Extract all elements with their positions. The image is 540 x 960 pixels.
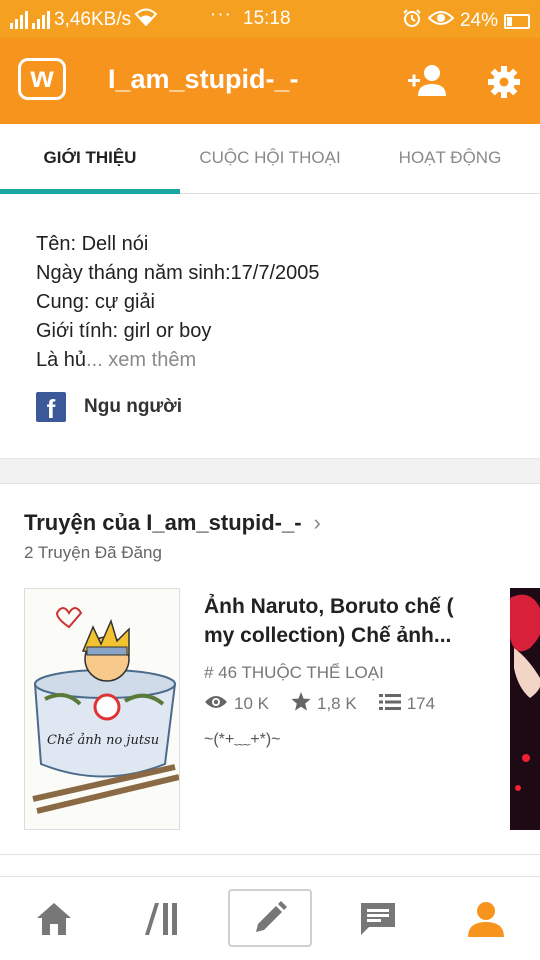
status-left: 3,46KB/s <box>10 8 158 32</box>
network-speed: 3,46KB/s <box>54 9 132 30</box>
story-stats: 10 K 1,8 K 174 <box>204 692 435 716</box>
story-cover[interactable]: Chế ảnh no jutsu <box>24 588 180 830</box>
story-rank: # 46 THUỘC THỂ LOẠI <box>204 663 384 682</box>
parts-count: 174 <box>406 694 436 713</box>
clock: 15:18 <box>243 8 291 29</box>
facebook-link[interactable]: f Ngu người <box>36 392 182 422</box>
facebook-icon: f <box>36 392 66 422</box>
messages-icon[interactable] <box>348 889 408 949</box>
eye-icon <box>427 9 455 33</box>
read-more-link[interactable]: xem thêm <box>108 349 196 371</box>
story-tagline: ~(*+﹏+*)~ <box>204 731 281 748</box>
about-ellipsis: ... <box>86 349 103 371</box>
wifi-icon <box>134 8 158 32</box>
app-bar: w I_am_stupid-_- <box>0 38 540 124</box>
bottom-navigation <box>0 876 540 960</box>
signal-2-icon <box>32 11 50 29</box>
cover-caption: Chế ảnh no jutsu <box>47 732 159 748</box>
about-line: Tên: Dell nói <box>36 233 149 255</box>
profile-username: I_am_stupid-_- <box>108 64 299 94</box>
library-icon[interactable] <box>132 889 192 949</box>
facebook-name: Ngu người <box>84 396 182 417</box>
wattpad-logo-icon[interactable]: w <box>18 58 66 100</box>
stories-heading[interactable]: Truyện của I_am_stupid-_- › <box>24 510 321 536</box>
status-bar: 3,46KB/s ··· 15:18 24% <box>0 0 540 38</box>
stories-count: 2 Truyện Đã Đăng <box>24 543 162 562</box>
profile-icon[interactable] <box>456 889 516 949</box>
tab-activity[interactable]: HOẠT ĐỘNG <box>360 124 540 193</box>
profile-tabs: GIỚI THIỆU CUỘC HỘI THOẠI HOẠT ĐỘNG <box>0 124 540 194</box>
list-divider <box>0 854 540 855</box>
pencil-icon[interactable] <box>228 889 312 947</box>
story-title[interactable]: Ảnh Naruto, Boruto chế ( my collection) … <box>204 592 484 650</box>
about-line: Cung: cự giải <box>36 291 156 313</box>
alarm-icon <box>402 8 422 34</box>
about-description: Tên: Dell nói Ngày tháng năm sinh:17/7/2… <box>36 230 320 375</box>
gear-icon[interactable] <box>484 62 524 102</box>
home-icon[interactable] <box>24 889 84 949</box>
chevron-right-icon: › <box>313 510 321 535</box>
story-cover-next[interactable] <box>510 588 540 830</box>
list-icon <box>378 693 401 716</box>
section-divider <box>0 458 540 484</box>
eye-icon <box>204 694 228 715</box>
stories-heading-text: Truyện của I_am_stupid-_- <box>24 510 302 535</box>
add-user-icon[interactable] <box>406 62 446 102</box>
votes-count: 1,8 K <box>316 694 357 713</box>
signal-icon <box>10 11 28 29</box>
tab-conversations[interactable]: CUỘC HỘI THOẠI <box>180 124 360 193</box>
more-notifications-icon: ··· <box>210 4 232 25</box>
battery-percent: 24% <box>459 10 498 31</box>
status-right: 24% <box>402 8 530 34</box>
about-line: Giới tính: girl or boy <box>36 320 212 342</box>
about-line: Ngày tháng năm sinh:17/7/2005 <box>36 262 320 284</box>
views-count: 10 K <box>234 694 269 713</box>
about-line-truncated: Là hủ... xem thêm <box>36 346 320 375</box>
tab-about[interactable]: GIỚI THIỆU <box>0 124 180 194</box>
star-icon <box>291 692 311 716</box>
battery-icon <box>504 13 530 29</box>
about-truncated-text: Là hủ <box>36 349 87 371</box>
